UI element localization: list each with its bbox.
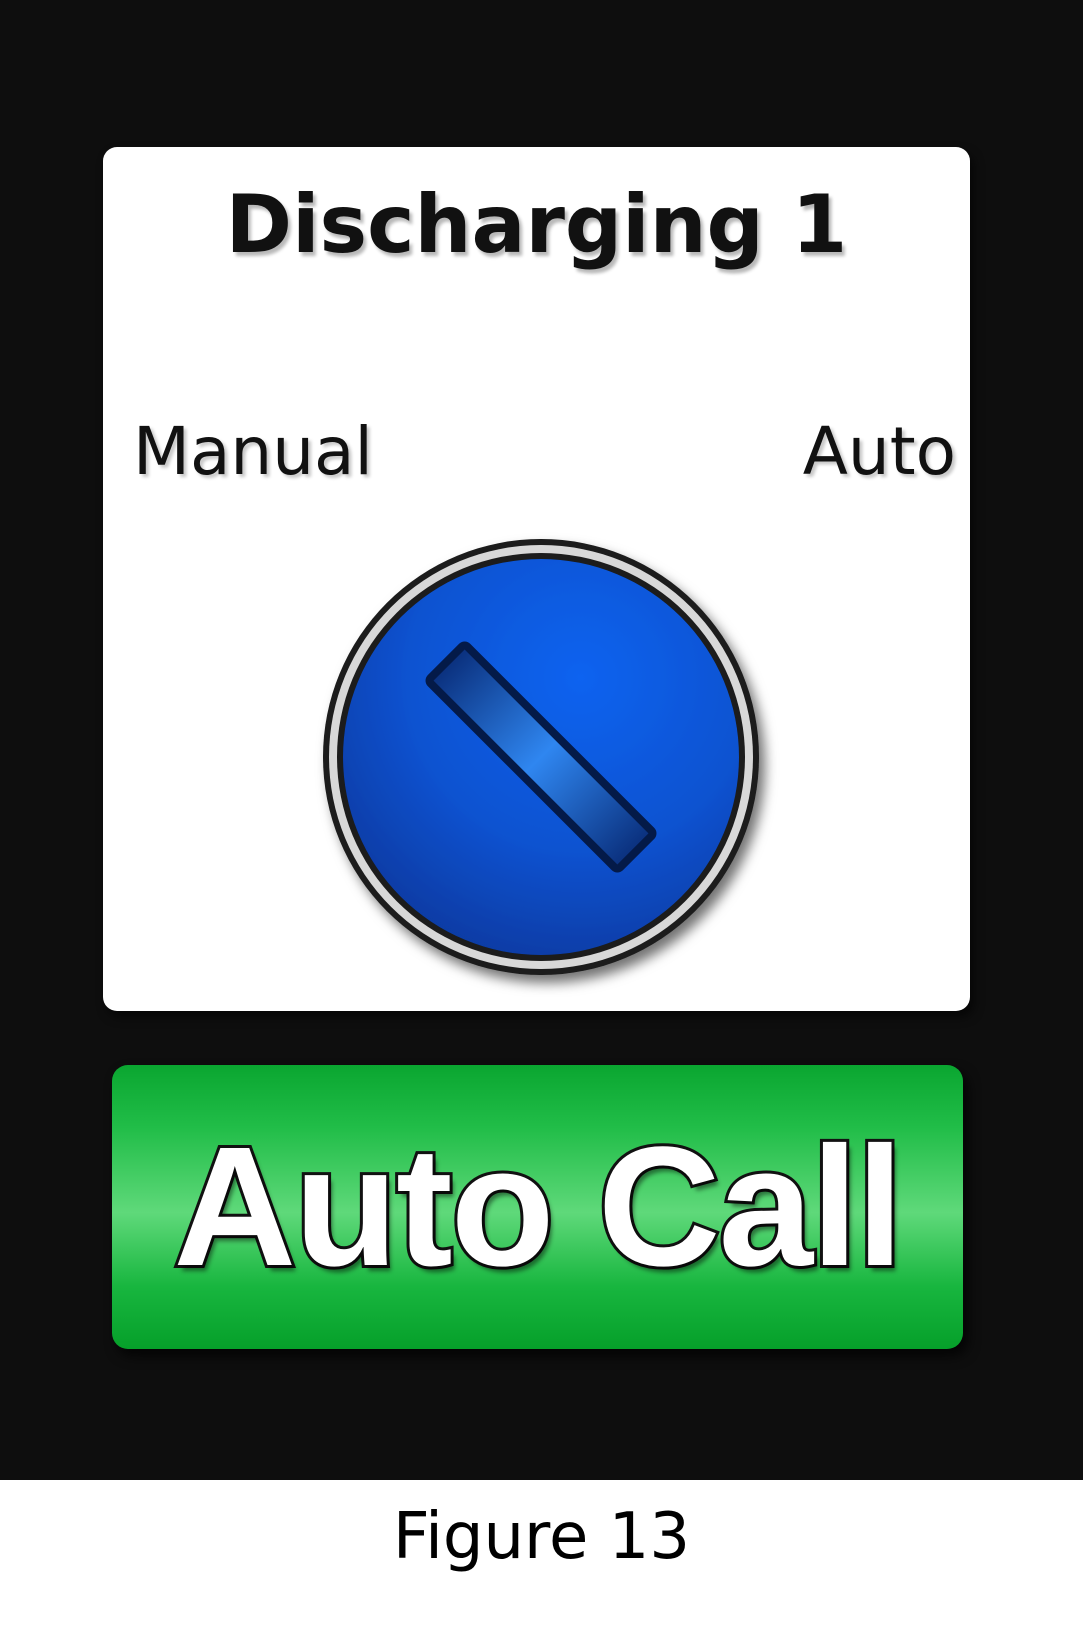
manual-auto-selector-switch[interactable] <box>311 527 781 997</box>
auto-position-label: Auto <box>802 413 956 490</box>
discharging-control-panel: Discharging 1 Manual Auto <box>103 147 970 1011</box>
auto-call-button-label: Auto Call <box>170 1109 906 1305</box>
rotary-selector-knob-icon <box>323 539 759 975</box>
auto-call-button[interactable]: Auto Call <box>112 1065 963 1349</box>
hmi-screen: Discharging 1 Manual Auto Auto Call <box>0 0 1083 1480</box>
manual-position-label: Manual <box>133 413 373 490</box>
panel-title: Discharging 1 <box>225 178 848 271</box>
figure-caption: Figure 13 <box>392 1500 691 1574</box>
